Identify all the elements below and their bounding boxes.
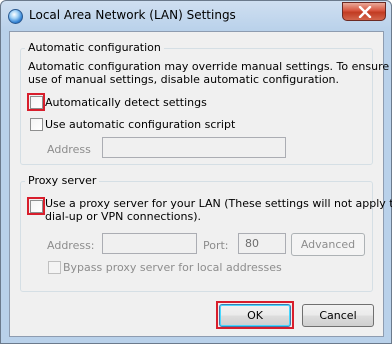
proxy-port-input[interactable]: 80 <box>238 233 286 254</box>
auto-config-description-line1: Automatic configuration may override man… <box>28 60 392 73</box>
use-proxy-checkbox[interactable] <box>30 200 43 213</box>
auto-config-description-line2: use of manual settings, disable automati… <box>28 73 340 86</box>
proxy-server-label: Proxy server <box>25 174 100 187</box>
detect-settings-label[interactable]: Automatically detect settings <box>45 96 207 109</box>
proxy-address-input[interactable] <box>102 233 197 254</box>
bypass-local-label[interactable]: Bypass proxy server for local addresses <box>63 261 282 274</box>
use-script-checkbox[interactable] <box>30 118 43 131</box>
close-button[interactable] <box>342 2 386 21</box>
use-proxy-label-line1[interactable]: Use a proxy server for your LAN (These s… <box>45 197 392 210</box>
window-title: Local Area Network (LAN) Settings <box>29 8 236 22</box>
automatic-configuration-label: Automatic configuration <box>25 41 164 54</box>
lan-settings-window: Local Area Network (LAN) Settings Automa… <box>0 0 392 344</box>
advanced-button[interactable]: Advanced <box>291 233 365 256</box>
script-address-label: Address <box>47 143 91 156</box>
network-globe-icon <box>8 9 23 24</box>
close-icon <box>358 6 372 18</box>
title-bar[interactable]: Local Area Network (LAN) Settings <box>1 1 391 31</box>
script-address-input[interactable] <box>102 137 286 158</box>
proxy-address-label: Address: <box>47 239 95 252</box>
bypass-local-checkbox[interactable] <box>48 261 61 274</box>
dialog-body: Automatic configuration Automatic config… <box>9 31 392 337</box>
use-proxy-label-line2[interactable]: dial-up or VPN connections). <box>45 210 201 223</box>
detect-settings-checkbox[interactable] <box>30 96 43 109</box>
cancel-button[interactable]: Cancel <box>302 304 374 327</box>
proxy-port-label: Port: <box>203 239 229 252</box>
use-script-label[interactable]: Use automatic configuration script <box>45 118 235 131</box>
ok-button[interactable]: OK <box>219 304 291 327</box>
